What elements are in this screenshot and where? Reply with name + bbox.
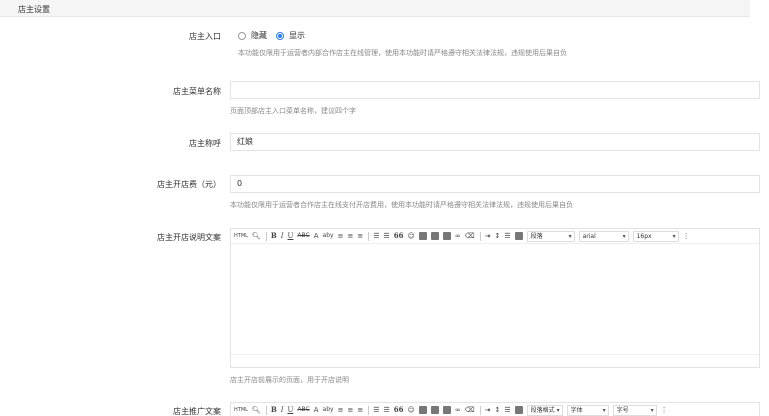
title-label: 店主称呼 — [189, 139, 221, 148]
menu-name-help: 页面顶部店主入口菜单名称，建议四个字 — [230, 107, 356, 115]
indent-icon[interactable]: ⇥ — [485, 231, 491, 241]
toolbar-divider — [479, 405, 481, 415]
table-icon[interactable] — [442, 406, 451, 414]
desc-editor-label: 店主开店说明文案 — [157, 233, 221, 242]
source-html-button[interactable]: HTML — [234, 405, 248, 415]
italic-button[interactable]: I — [281, 405, 284, 415]
image-icon[interactable] — [418, 232, 427, 240]
desc-editor-help: 店主开店前展示的页面，用于开店说明 — [230, 376, 349, 384]
source-html-button[interactable]: HTML — [234, 231, 248, 241]
ordered-list-icon[interactable]: ☰ — [373, 405, 379, 415]
font-color-button[interactable]: A — [314, 405, 319, 415]
search-icon[interactable]: 🔍︎ — [252, 231, 261, 241]
paragraph-select[interactable]: 段落格式 — [526, 404, 563, 416]
align-center-icon[interactable]: ≡ — [347, 231, 353, 241]
promo-editor: HTML 🔍︎ B I U ABC A aby ≡ ≡ ≡ ☰ ☰ 66 ☺ ∞… — [230, 402, 760, 416]
spacing-icon[interactable]: ☰ — [504, 231, 510, 241]
font-size-select[interactable]: 字号 — [612, 404, 657, 416]
toolbar-divider — [368, 231, 370, 241]
blockquote-button[interactable]: 66 — [394, 405, 404, 415]
strikethrough-button[interactable]: ABC — [297, 405, 309, 415]
toolbar-divider — [265, 405, 267, 415]
fee-help: 本功能仅限用于运营者合作店主在线支付开店费用，使用本功能时请严格遵守相关法律法规… — [230, 201, 573, 209]
video-icon[interactable] — [430, 232, 439, 240]
underline-button[interactable]: U — [288, 405, 294, 415]
radio-hide[interactable] — [238, 31, 246, 40]
spacing-icon[interactable]: ☰ — [504, 405, 510, 415]
video-icon[interactable] — [430, 406, 439, 414]
emoji-icon[interactable]: ☺ — [408, 405, 415, 415]
section-title: 店主设置 — [18, 5, 50, 14]
highlight-button[interactable]: aby — [323, 231, 334, 241]
indent-icon[interactable]: ⇥ — [485, 405, 491, 415]
font-select[interactable]: arial — [578, 230, 629, 242]
desc-editor: HTML 🔍︎ B I U ABC A aby ≡ ≡ ≡ ☰ ☰ 66 ☺ ∞… — [230, 228, 760, 368]
more-icon[interactable]: ⋮ — [683, 231, 690, 241]
emoji-icon[interactable]: ☺ — [408, 231, 415, 241]
title-input[interactable]: 红娘 — [230, 133, 760, 151]
align-right-icon[interactable]: ≡ — [357, 405, 363, 415]
clear-format-icon[interactable]: ⌫ — [465, 405, 475, 415]
unordered-list-icon[interactable]: ☰ — [383, 231, 389, 241]
align-left-icon[interactable]: ≡ — [338, 231, 344, 241]
image-icon[interactable] — [418, 406, 427, 414]
toolbar-divider — [265, 231, 267, 241]
menu-name-input[interactable] — [230, 81, 760, 99]
table-icon[interactable] — [442, 232, 451, 240]
desc-editor-footer — [231, 355, 759, 367]
line-height-icon[interactable]: ↕ — [494, 405, 500, 415]
align-left-icon[interactable]: ≡ — [338, 405, 344, 415]
search-icon[interactable]: 🔍︎ — [252, 405, 261, 415]
blockquote-button[interactable]: 66 — [394, 231, 404, 241]
highlight-button[interactable]: aby — [323, 405, 334, 415]
radio-hide-label[interactable]: 隐藏 — [251, 30, 267, 41]
line-height-icon[interactable]: ↕ — [494, 231, 500, 241]
section-header: 店主设置 — [0, 0, 750, 17]
paragraph-icon[interactable] — [514, 406, 523, 414]
ordered-list-icon[interactable]: ☰ — [373, 231, 379, 241]
underline-button[interactable]: U — [288, 231, 294, 241]
more-icon[interactable]: ⋮ — [661, 405, 668, 415]
desc-editor-body[interactable] — [231, 244, 759, 355]
entry-help: 本功能仅限用于运营者内部合作店主在线管理，使用本功能时请严格遵守相关法律法规，违… — [238, 49, 567, 57]
menu-name-label: 店主菜单名称 — [173, 87, 221, 96]
entry-radio-group: 隐藏 显示 — [238, 30, 314, 41]
radio-show-label[interactable]: 显示 — [289, 30, 305, 41]
align-center-icon[interactable]: ≡ — [347, 405, 353, 415]
promo-editor-toolbar: HTML 🔍︎ B I U ABC A aby ≡ ≡ ≡ ☰ ☰ 66 ☺ ∞… — [231, 403, 759, 416]
toolbar-divider — [479, 231, 481, 241]
unordered-list-icon[interactable]: ☰ — [383, 405, 389, 415]
promo-editor-label: 店主推广文案 — [173, 407, 221, 416]
font-size-select[interactable]: 16px — [632, 230, 679, 242]
align-right-icon[interactable]: ≡ — [357, 231, 363, 241]
radio-show[interactable] — [276, 31, 284, 40]
fee-label: 店主开店费（元） — [157, 180, 221, 189]
strikethrough-button[interactable]: ABC — [297, 231, 309, 241]
italic-button[interactable]: I — [281, 231, 284, 241]
bold-button[interactable]: B — [271, 231, 277, 241]
entry-label: 店主入口 — [189, 32, 221, 41]
link-icon[interactable]: ∞ — [455, 231, 461, 241]
paragraph-select[interactable]: 段落 — [526, 230, 575, 242]
link-icon[interactable]: ∞ — [455, 405, 461, 415]
bold-button[interactable]: B — [271, 405, 277, 415]
font-select[interactable]: 字体 — [566, 404, 609, 416]
desc-editor-toolbar: HTML 🔍︎ B I U ABC A aby ≡ ≡ ≡ ☰ ☰ 66 ☺ ∞… — [231, 229, 759, 244]
paragraph-icon[interactable] — [514, 232, 523, 240]
fee-input[interactable]: 0 — [230, 175, 760, 193]
font-color-button[interactable]: A — [314, 231, 319, 241]
toolbar-divider — [368, 405, 370, 415]
clear-format-icon[interactable]: ⌫ — [465, 231, 475, 241]
